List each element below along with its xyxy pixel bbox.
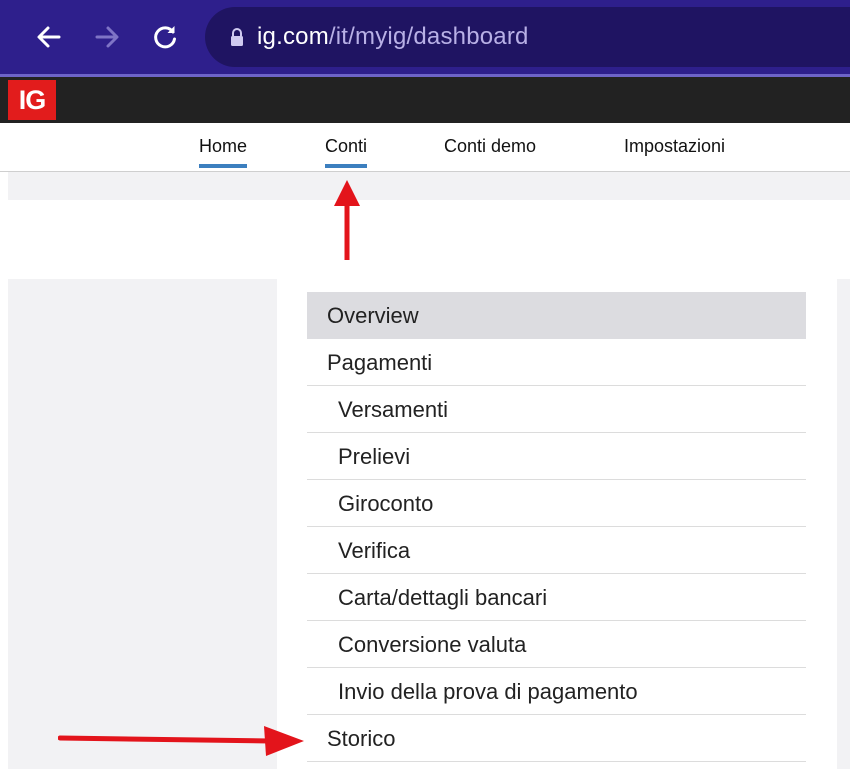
arrow-left-icon [37,26,61,48]
tab-conti-demo[interactable]: Conti demo [444,123,536,171]
red-arrow-right-icon [58,726,304,756]
menu-item-giroconto[interactable]: Giroconto [307,480,806,527]
menu-item-prelievi[interactable]: Prelievi [307,433,806,480]
tab-label: Conti [325,136,368,156]
address-bar[interactable]: ig.com/it/myig/dashboard [205,7,850,67]
menu-item-storico[interactable]: Storico [307,715,806,762]
reload-icon [154,26,176,49]
menu-item-versamenti[interactable]: Versamenti [307,386,806,433]
tab-impostazioni[interactable]: Impostazioni [624,123,725,171]
url-path: /it/myig/dashboard [328,23,529,50]
url-text: ig.com/it/myig/dashboard [257,23,529,51]
tab-conti[interactable]: Conti [325,123,368,171]
arrow-right-icon [95,26,119,48]
browser-toolbar: ig.com/it/myig/dashboard [0,0,850,76]
menu-item-carta-dettagli-bancari[interactable]: Carta/dettagli bancari [307,574,806,621]
reload-button[interactable] [144,16,186,58]
tab-underline [325,164,368,168]
ig-logo[interactable]: IG [8,80,56,120]
forward-button[interactable] [86,16,128,58]
tab-home[interactable]: Home [199,123,248,171]
url-host: ig.com [257,23,329,50]
menu-item-verifica[interactable]: Verifica [307,527,806,574]
red-arrow-up-icon [334,180,360,260]
menu-item-conversione-valuta[interactable]: Conversione valuta [307,621,806,668]
tab-label: Home [199,136,248,156]
tab-underline [199,164,248,168]
menu-item-invio-prova-pagamento[interactable]: Invio della prova di pagamento [307,668,806,715]
menu-item-pagamenti[interactable]: Pagamenti [307,339,806,386]
menu-item-overview[interactable]: Overview [307,292,806,339]
content-background [8,172,850,200]
tab-label: Impostazioni [624,136,726,156]
back-button[interactable] [28,16,70,58]
main-nav: Home Conti Conti demo Impostazioni [0,123,850,172]
tab-label: Conti demo [444,136,537,156]
lock-icon [229,27,245,47]
brand-bar: IG [0,77,850,123]
account-menu: Overview Pagamenti Versamenti Prelievi G… [307,292,806,762]
